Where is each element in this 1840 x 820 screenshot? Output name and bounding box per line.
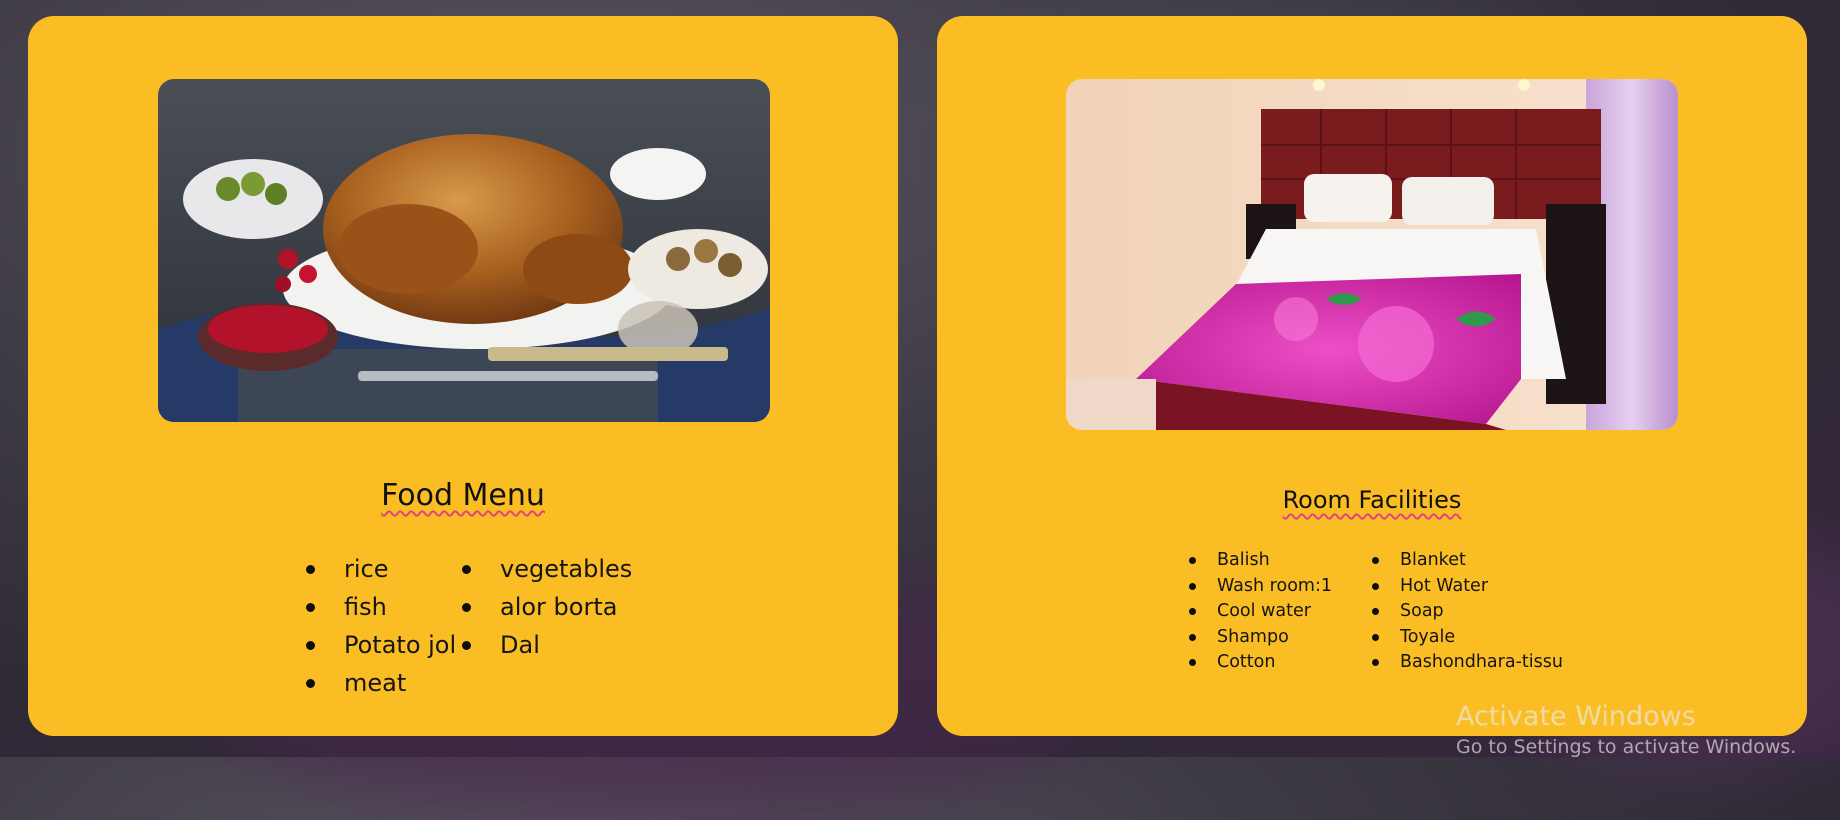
list-item: Dal: [462, 626, 632, 664]
list-item: alor borta: [462, 588, 632, 626]
list-item: Shampo: [1189, 625, 1332, 651]
food-menu-card: Food Menu rice fish Potato jol meat vege…: [28, 16, 898, 736]
list-item: Potato jol: [306, 626, 456, 664]
list-item: Toyale: [1372, 625, 1563, 651]
room-list-column-1: Balish Wash room:1 Cool water Shampo Cot…: [1189, 548, 1332, 676]
list-item: Balish: [1189, 548, 1332, 574]
list-item: Wash room:1: [1189, 574, 1332, 600]
food-menu-title: Food Menu: [28, 478, 898, 513]
room-facilities-title-text: Room Facilities: [1282, 486, 1462, 514]
list-item: meat: [306, 664, 456, 702]
list-item: Blanket: [1372, 548, 1563, 574]
room-facilities-title: Room Facilities: [937, 486, 1807, 514]
list-item: rice: [306, 550, 456, 588]
list-item: Cotton: [1189, 650, 1332, 676]
room-list-column-2: Blanket Hot Water Soap Toyale Bashondhar…: [1372, 548, 1563, 676]
room-photo: [1066, 79, 1678, 430]
hotel-bed-image: [1066, 79, 1678, 430]
food-list-column-1: rice fish Potato jol meat: [306, 550, 456, 702]
room-facilities-card: Room Facilities Balish Wash room:1 Cool …: [937, 16, 1807, 736]
food-menu-title-text: Food Menu: [381, 478, 545, 513]
roast-turkey-image: [158, 79, 770, 422]
food-photo: [158, 79, 770, 422]
food-list-column-2: vegetables alor borta Dal: [462, 550, 632, 664]
list-item: Bashondhara-tissu: [1372, 650, 1563, 676]
list-item: Soap: [1372, 599, 1563, 625]
list-item: Hot Water: [1372, 574, 1563, 600]
list-item: fish: [306, 588, 456, 626]
list-item: vegetables: [462, 550, 632, 588]
list-item: Cool water: [1189, 599, 1332, 625]
